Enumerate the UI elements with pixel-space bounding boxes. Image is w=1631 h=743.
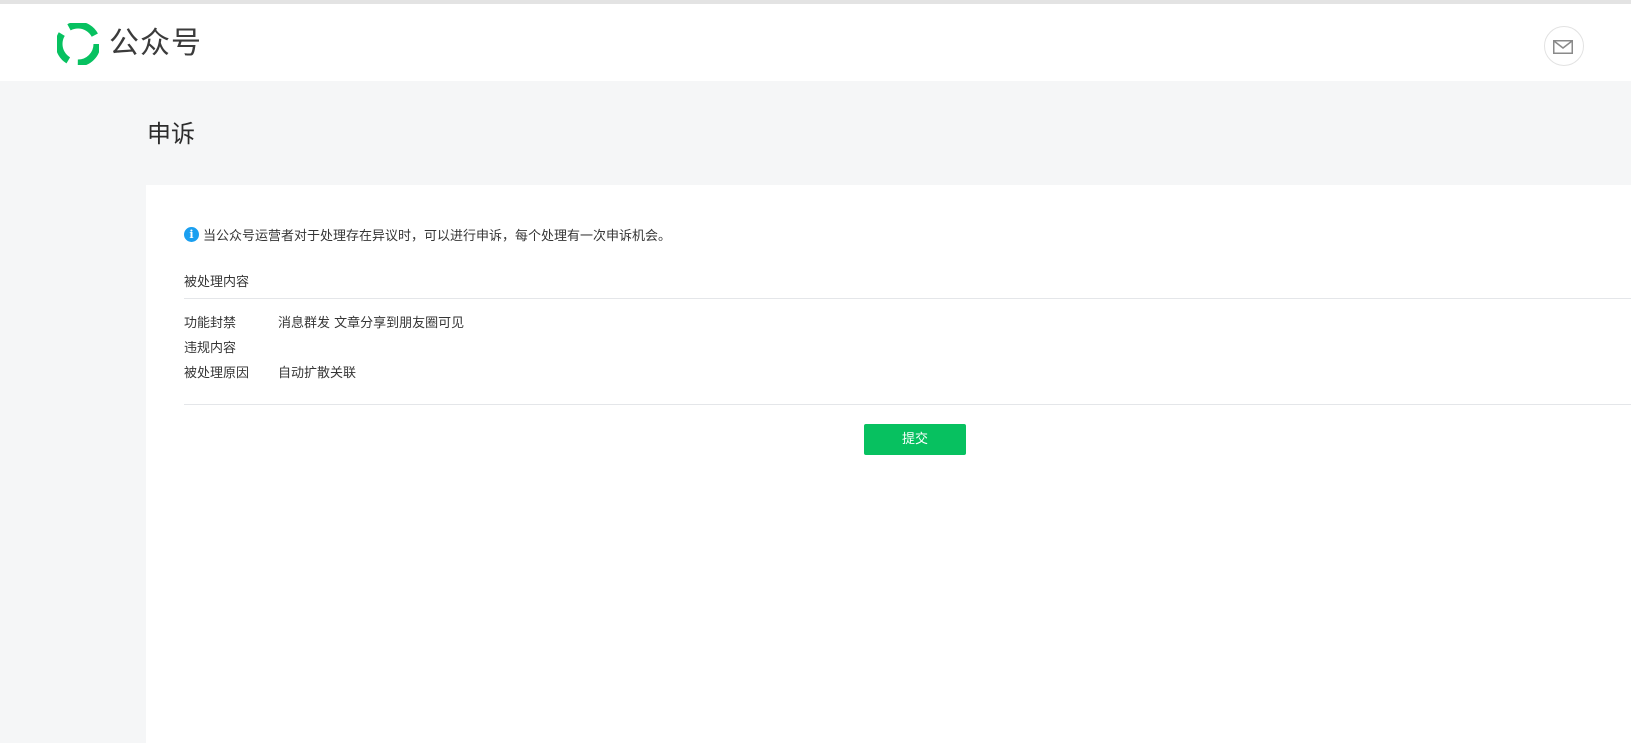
detail-row-function-ban: 功能封禁 消息群发 文章分享到朋友圈可见 — [184, 315, 464, 333]
detail-label: 功能封禁 — [184, 316, 237, 331]
detail-row-violation-content: 违规内容 — [184, 340, 278, 358]
submit-button[interactable]: 提交 — [864, 424, 966, 455]
message-button[interactable] — [1544, 26, 1584, 66]
appeal-panel: i 当公众号运营者对于处理存在异议时，可以进行申诉，每个处理有一次申诉机会。 被… — [146, 185, 1631, 743]
notice-text: 当公众号运营者对于处理存在异议时，可以进行申诉，每个处理有一次申诉机会。 — [203, 228, 672, 244]
top-header: 公众号 — [0, 4, 1631, 81]
appeal-notice: i 当公众号运营者对于处理存在异议时，可以进行申诉，每个处理有一次申诉机会。 — [184, 225, 672, 244]
logo-text: 公众号 — [109, 26, 202, 61]
detail-label: 违规内容 — [184, 341, 237, 356]
detail-value: 自动扩散关联 — [278, 366, 357, 381]
info-icon: i — [184, 226, 199, 242]
detail-value: 消息群发 文章分享到朋友圈可见 — [278, 316, 465, 331]
page-title: 申诉 — [147, 120, 195, 148]
detail-row-reason: 被处理原因 自动扩散关联 — [184, 365, 356, 383]
section-title: 被处理内容 — [184, 275, 250, 290]
divider — [184, 404, 1631, 405]
divider — [184, 298, 1631, 299]
logo[interactable]: 公众号 — [57, 23, 202, 65]
detail-label: 被处理原因 — [184, 366, 250, 381]
wechat-official-account-logo-icon — [57, 23, 99, 65]
